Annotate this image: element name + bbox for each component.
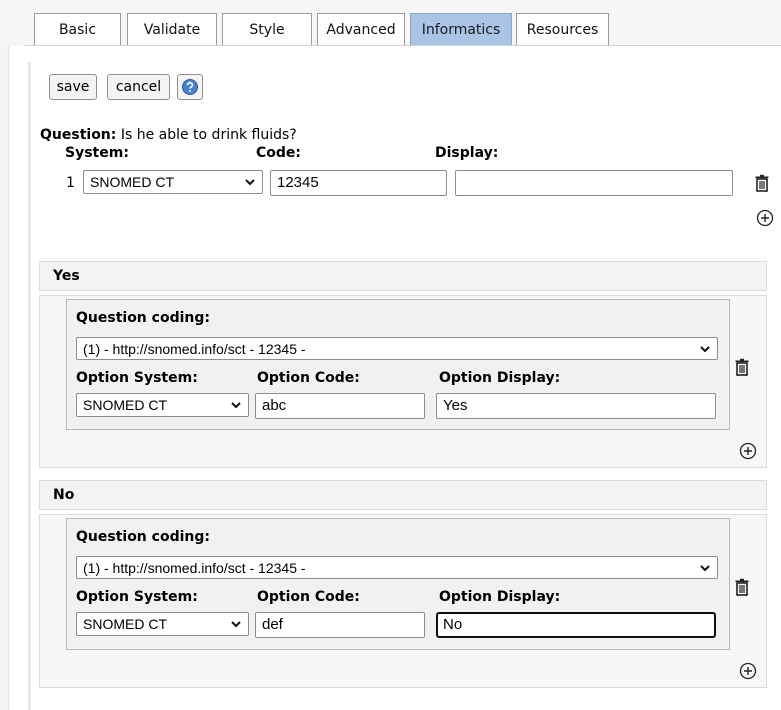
option-code-input[interactable]: abc — [255, 393, 425, 419]
option-system-label: Option System: — [76, 370, 198, 386]
plus-circle-icon — [756, 209, 774, 227]
option-coding-box: Question coding: (1) - http://snomed.inf… — [66, 299, 730, 430]
chevron-down-icon — [700, 346, 710, 353]
option-display-input[interactable]: No — [436, 612, 716, 638]
option-display-input[interactable]: Yes — [436, 393, 716, 419]
question-text: Is he able to drink fluids? — [120, 127, 297, 143]
cancel-button[interactable]: cancel — [107, 74, 170, 100]
question-coding-value: (1) - http://snomed.info/sct - 12345 - — [83, 341, 306, 357]
question-coding-label: Question coding: — [76, 310, 210, 326]
help-icon — [182, 79, 198, 95]
question-line: Question: Is he able to drink fluids? — [40, 127, 297, 143]
question-coding-value: (1) - http://snomed.info/sct - 12345 - — [83, 560, 306, 576]
code-column-header: Code: — [256, 145, 302, 161]
tab-informatics[interactable]: Informatics — [410, 13, 512, 45]
delete-coding-button[interactable] — [751, 172, 773, 194]
option-code-input[interactable]: def — [255, 612, 425, 638]
tab-resources[interactable]: Resources — [516, 13, 609, 45]
tabs-baseline — [25, 45, 781, 46]
display-input[interactable] — [455, 170, 733, 196]
code-input[interactable]: 12345 — [270, 170, 447, 196]
chevron-down-icon — [231, 402, 241, 409]
answer-section-header: Yes — [39, 261, 767, 291]
option-system-value: SNOMED CT — [83, 616, 167, 632]
coding-row-index: 1 — [66, 175, 75, 191]
panel-left-border — [28, 62, 31, 710]
answer-section-header: No — [39, 480, 767, 510]
answer-title: Yes — [53, 268, 80, 284]
tab-validate[interactable]: Validate — [127, 13, 217, 45]
delete-option-button[interactable] — [731, 576, 753, 598]
trash-icon — [735, 358, 749, 376]
trash-icon — [755, 174, 769, 192]
option-code-label: Option Code: — [257, 370, 360, 386]
chevron-down-icon — [700, 565, 710, 572]
delete-option-button[interactable] — [731, 356, 753, 378]
question-coding-select[interactable]: (1) - http://snomed.info/sct - 12345 - — [76, 556, 718, 579]
answer-title: No — [53, 487, 75, 503]
question-coding-select[interactable]: (1) - http://snomed.info/sct - 12345 - — [76, 337, 718, 360]
option-system-label: Option System: — [76, 589, 198, 605]
save-button[interactable]: save — [49, 74, 97, 100]
question-coding-label: Question coding: — [76, 529, 210, 545]
help-button[interactable] — [177, 74, 203, 100]
plus-circle-icon — [739, 442, 757, 460]
system-select[interactable]: SNOMED CT — [83, 170, 263, 194]
system-column-header: System: — [65, 145, 129, 161]
option-system-select[interactable]: SNOMED CT — [76, 612, 249, 636]
option-system-value: SNOMED CT — [83, 397, 167, 413]
chevron-down-icon — [245, 179, 255, 186]
option-display-label: Option Display: — [439, 370, 561, 386]
option-code-label: Option Code: — [257, 589, 360, 605]
tab-style[interactable]: Style — [222, 13, 312, 45]
chevron-down-icon — [231, 621, 241, 628]
display-column-header: Display: — [435, 145, 499, 161]
tab-basic[interactable]: Basic — [34, 13, 121, 45]
plus-circle-icon — [739, 662, 757, 680]
system-select-value: SNOMED CT — [90, 174, 174, 190]
question-label: Question: — [40, 127, 117, 143]
option-system-select[interactable]: SNOMED CT — [76, 393, 249, 417]
add-option-button[interactable] — [737, 440, 759, 462]
left-panel-edge — [0, 46, 9, 710]
tab-advanced[interactable]: Advanced — [317, 13, 405, 45]
add-coding-button[interactable] — [754, 207, 776, 229]
option-display-label: Option Display: — [439, 589, 561, 605]
option-coding-box: Question coding: (1) - http://snomed.inf… — [66, 518, 730, 650]
add-option-button[interactable] — [737, 660, 759, 682]
trash-icon — [735, 578, 749, 596]
